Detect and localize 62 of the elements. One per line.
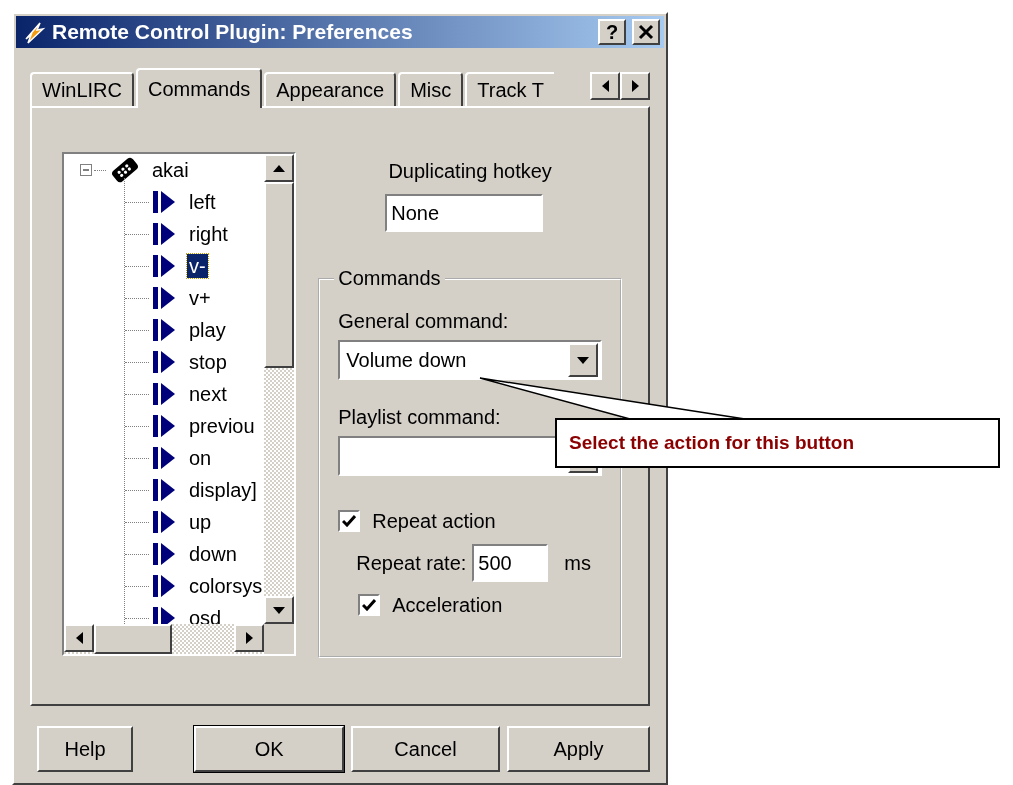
close-button[interactable] (632, 19, 660, 45)
dialog-button[interactable]: Cancel (351, 726, 500, 772)
down-arrow-icon (273, 606, 286, 614)
tab[interactable]: Appearance (264, 72, 397, 106)
dialog-button[interactable]: OK (194, 726, 345, 772)
help-button[interactable]: ? (598, 19, 626, 45)
tree-item[interactable]: display] (187, 478, 259, 502)
checkmark-icon (342, 515, 357, 527)
dropdown-button[interactable] (568, 343, 598, 377)
dialog-button[interactable]: Help (37, 726, 134, 772)
scroll-thumb[interactable] (264, 182, 295, 368)
tree-item[interactable]: stop (187, 350, 229, 374)
scroll-left-button[interactable] (64, 624, 94, 652)
repeat-rate-label: Repeat rate: (356, 551, 467, 576)
scroll-up-button[interactable] (264, 154, 295, 182)
dialog-button[interactable]: Apply (506, 726, 650, 772)
acceleration-checkbox[interactable] (358, 594, 381, 616)
tree-item[interactable]: on (187, 446, 214, 470)
repeat-rate-field[interactable]: 500 (472, 544, 549, 582)
playlist-command-label: Playlist command: (338, 406, 501, 428)
tree-item[interactable]: previou (187, 414, 257, 438)
repeat-action-checkbox[interactable] (338, 510, 361, 532)
general-command-label: General command: (338, 310, 509, 332)
tree-item[interactable]: left (187, 190, 218, 214)
tree-item[interactable]: play (187, 318, 228, 342)
hotkey-label: Duplicating hotkey (388, 160, 552, 182)
tree-item[interactable]: v+ (187, 286, 213, 310)
up-arrow-icon (273, 164, 286, 172)
left-arrow-icon (75, 632, 83, 644)
right-arrow-icon (245, 632, 253, 644)
window-title: Remote Control Plugin: Preferences (52, 19, 414, 46)
tree-item[interactable]: next (187, 382, 229, 406)
repeat-action-label: Repeat action (372, 509, 496, 534)
checkmark-icon (362, 599, 377, 611)
down-arrow-icon (577, 356, 589, 364)
unit-label: ms (564, 551, 592, 576)
horizontal-scrollbar[interactable] (64, 624, 265, 654)
tab[interactable]: Misc (398, 72, 464, 106)
tree-item[interactable]: right (187, 222, 230, 246)
collapse-icon[interactable] (80, 164, 92, 176)
tree-item[interactable]: down (187, 542, 239, 566)
scroll-thumb[interactable] (94, 624, 172, 654)
scroll-right-button[interactable] (234, 624, 265, 652)
tree-item[interactable]: colorsys (186, 574, 265, 598)
close-icon (638, 24, 654, 40)
right-arrow-icon (631, 80, 639, 92)
left-arrow-icon (601, 80, 609, 92)
tab-scroll-right-button[interactable] (620, 72, 650, 100)
tab-scroll-left-button[interactable] (590, 72, 620, 100)
hotkey-field[interactable]: None (385, 194, 544, 232)
vertical-scrollbar[interactable] (264, 154, 295, 624)
general-command-dropdown[interactable]: Volume down (338, 340, 602, 380)
tree-item[interactable]: v- (187, 254, 208, 278)
tree-item[interactable]: akai (150, 158, 191, 182)
scroll-down-button[interactable] (264, 596, 295, 624)
tab[interactable]: Track T (465, 72, 554, 106)
tab[interactable]: WinLIRC (30, 72, 134, 106)
tab[interactable]: Commands (136, 68, 263, 108)
tree-item[interactable]: up (187, 510, 214, 534)
callout-tooltip: Select the action for this button (555, 418, 1000, 468)
acceleration-label: Acceleration (392, 593, 503, 618)
scrollbar-corner (264, 624, 295, 654)
